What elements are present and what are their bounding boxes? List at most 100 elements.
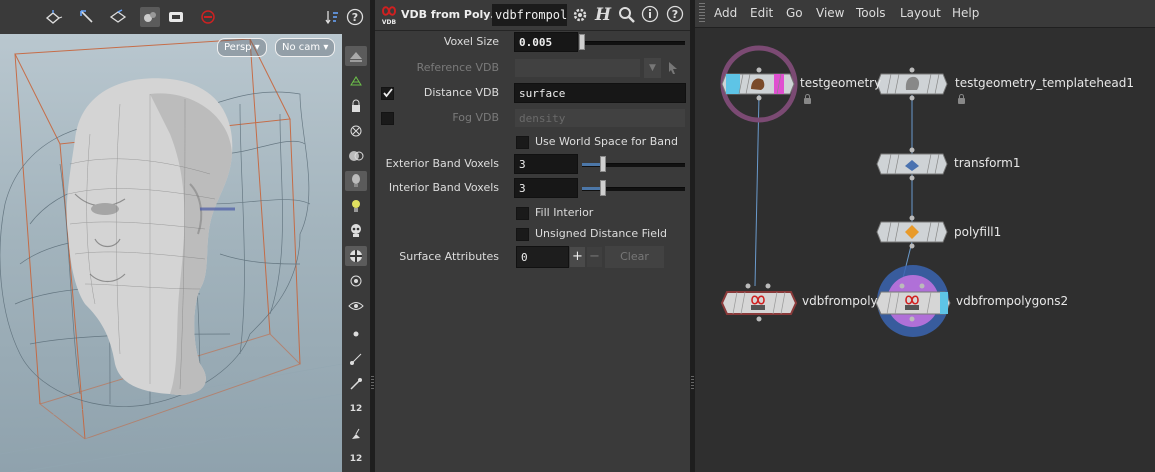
- param-fog-vdb: Fog VDB density: [375, 107, 690, 129]
- headlight-icon[interactable]: [345, 171, 367, 191]
- network-canvas[interactable]: testgeometry testgeometry_templatehead1 …: [695, 28, 1155, 472]
- gear-icon[interactable]: [571, 6, 589, 27]
- viewport-3d-canvas[interactable]: Persp ▾ No cam ▾: [0, 34, 342, 472]
- transform-tool-icon[interactable]: [108, 7, 128, 27]
- templatehead-node-label[interactable]: testgeometry_templatehead1: [955, 76, 1134, 90]
- help-icon[interactable]: ?: [345, 7, 365, 27]
- visibility-b-icon[interactable]: [345, 296, 367, 316]
- voxel-size-label: Voxel Size: [443, 35, 499, 48]
- sort-icon[interactable]: [322, 7, 342, 27]
- menu-view[interactable]: View: [816, 6, 844, 20]
- testgeometry-lock-icon: [804, 94, 811, 104]
- templatehead-node: [876, 67, 948, 101]
- number-12b-icon[interactable]: 12: [345, 449, 367, 469]
- exterior-band-slider-handle[interactable]: [600, 156, 606, 172]
- transform-node-label[interactable]: transform1: [954, 156, 1020, 170]
- transform-node: [876, 147, 948, 181]
- voxel-size-slider-handle[interactable]: [579, 34, 585, 50]
- add-attribute-button[interactable]: +: [570, 247, 585, 267]
- voxel-size-slider[interactable]: [582, 41, 685, 45]
- svg-text:VDB: VDB: [382, 19, 397, 25]
- brush-icon[interactable]: [345, 424, 367, 444]
- menu-layout[interactable]: Layout: [900, 6, 941, 20]
- param-exterior-band: Exterior Band Voxels 3: [375, 153, 690, 175]
- info-icon[interactable]: [641, 5, 659, 26]
- reference-vdb-field[interactable]: [514, 58, 641, 78]
- handle-tool-icon[interactable]: [44, 7, 64, 27]
- menu-tools[interactable]: Tools: [856, 6, 886, 20]
- scene-viewer-pane: ? Persp ▾ No cam ▾ 12 12: [0, 0, 370, 472]
- param-unsigned-df: Unsigned Distance Field: [375, 223, 690, 245]
- hscript-help-icon[interactable]: H: [594, 4, 612, 27]
- fog-vdb-field[interactable]: density: [514, 108, 686, 128]
- persp-camera-dropdown[interactable]: Persp ▾: [217, 38, 267, 57]
- vdb1-node: [720, 283, 798, 322]
- menu-go[interactable]: Go: [786, 6, 803, 20]
- vdb2-node-label[interactable]: vdbfrompolygons2: [956, 294, 1068, 308]
- surface-attributes-count[interactable]: 0: [516, 246, 569, 268]
- param-surface-attributes: Surface Attributes 0 + − Clear: [375, 246, 690, 268]
- node-name-field[interactable]: vdbfrompol: [492, 4, 567, 26]
- use-world-space-label: Use World Space for Band: [535, 135, 678, 148]
- templatehead-lock-icon: [958, 94, 965, 104]
- menubar-grip-icon[interactable]: [699, 3, 705, 23]
- fill-interior-checkbox[interactable]: [516, 207, 529, 220]
- vdb-node-type-icon: VDB: [380, 5, 398, 26]
- fog-vdb-checkbox[interactable]: [381, 112, 394, 125]
- clear-attributes-button[interactable]: Clear: [605, 246, 664, 268]
- help-icon[interactable]: ?: [666, 5, 684, 26]
- snap-icon[interactable]: [140, 7, 160, 27]
- visibility-icon[interactable]: [345, 271, 367, 291]
- remove-attribute-button[interactable]: −: [587, 247, 602, 267]
- select-tool-icon[interactable]: [77, 7, 97, 27]
- parameter-header: VDB VDB from Poly… vdbfrompol H ?: [375, 0, 690, 31]
- head-geometry-render: [0, 38, 342, 472]
- interior-band-label: Interior Band Voxels: [388, 181, 499, 194]
- search-icon[interactable]: [618, 6, 636, 27]
- lights-icon[interactable]: [345, 146, 367, 166]
- node-type-label: VDB from Poly…: [401, 8, 502, 21]
- lock-camera-icon[interactable]: [345, 96, 367, 116]
- normal-icon[interactable]: [345, 349, 367, 369]
- voxel-size-field[interactable]: 0.005: [514, 32, 578, 52]
- menu-edit[interactable]: Edit: [750, 6, 773, 20]
- point-icon[interactable]: [345, 324, 367, 344]
- distance-vdb-field[interactable]: surface: [514, 83, 686, 103]
- param-voxel-size: Voxel Size 0.005: [375, 31, 690, 53]
- testgeometry-node-label[interactable]: testgeometry: [800, 76, 881, 90]
- skull-icon[interactable]: [345, 221, 367, 241]
- reference-vdb-pick-icon[interactable]: [667, 61, 679, 78]
- shading-mode-icon[interactable]: [345, 46, 367, 66]
- svg-text:?: ?: [672, 8, 678, 21]
- distance-vdb-label: Distance VDB: [423, 86, 499, 99]
- menu-add[interactable]: Add: [714, 6, 737, 20]
- menu-help[interactable]: Help: [952, 6, 979, 20]
- param-interior-band: Interior Band Voxels 3: [375, 177, 690, 199]
- parameter-editor-pane: VDB VDB from Poly… vdbfrompol H ? Voxel …: [375, 0, 690, 472]
- interior-band-slider-handle[interactable]: [600, 180, 606, 196]
- viewport-toolbar: ?: [0, 0, 370, 35]
- node-graph: [720, 45, 951, 337]
- no-record-icon[interactable]: [198, 7, 218, 27]
- distance-vdb-checkbox[interactable]: [381, 87, 394, 100]
- svg-text:H: H: [594, 5, 612, 24]
- bulb-icon[interactable]: [345, 196, 367, 216]
- viewport-display-toolbar: 12 12: [342, 34, 370, 472]
- pen-icon[interactable]: [345, 374, 367, 394]
- number-12-icon[interactable]: 12: [345, 399, 367, 419]
- interior-band-field[interactable]: 3: [514, 178, 578, 198]
- param-reference-vdb: Reference VDB ▼: [375, 57, 690, 79]
- vdb1-node-label[interactable]: vdbfrompoly: [802, 294, 878, 308]
- checker-icon[interactable]: [345, 246, 367, 266]
- wireframe-icon[interactable]: [345, 71, 367, 91]
- param-fill-interior: Fill Interior: [375, 202, 690, 224]
- display-options-icon[interactable]: [166, 7, 186, 27]
- camera-dropdown[interactable]: No cam ▾: [275, 38, 336, 57]
- reference-vdb-menu-icon[interactable]: ▼: [644, 58, 661, 78]
- use-world-space-checkbox[interactable]: [516, 136, 529, 149]
- unsigned-df-checkbox[interactable]: [516, 228, 529, 241]
- exterior-band-field[interactable]: 3: [514, 154, 578, 174]
- param-use-world-space: Use World Space for Band: [375, 131, 690, 153]
- ghost-icon[interactable]: [345, 121, 367, 141]
- polyfill-node-label[interactable]: polyfill1: [954, 225, 1001, 239]
